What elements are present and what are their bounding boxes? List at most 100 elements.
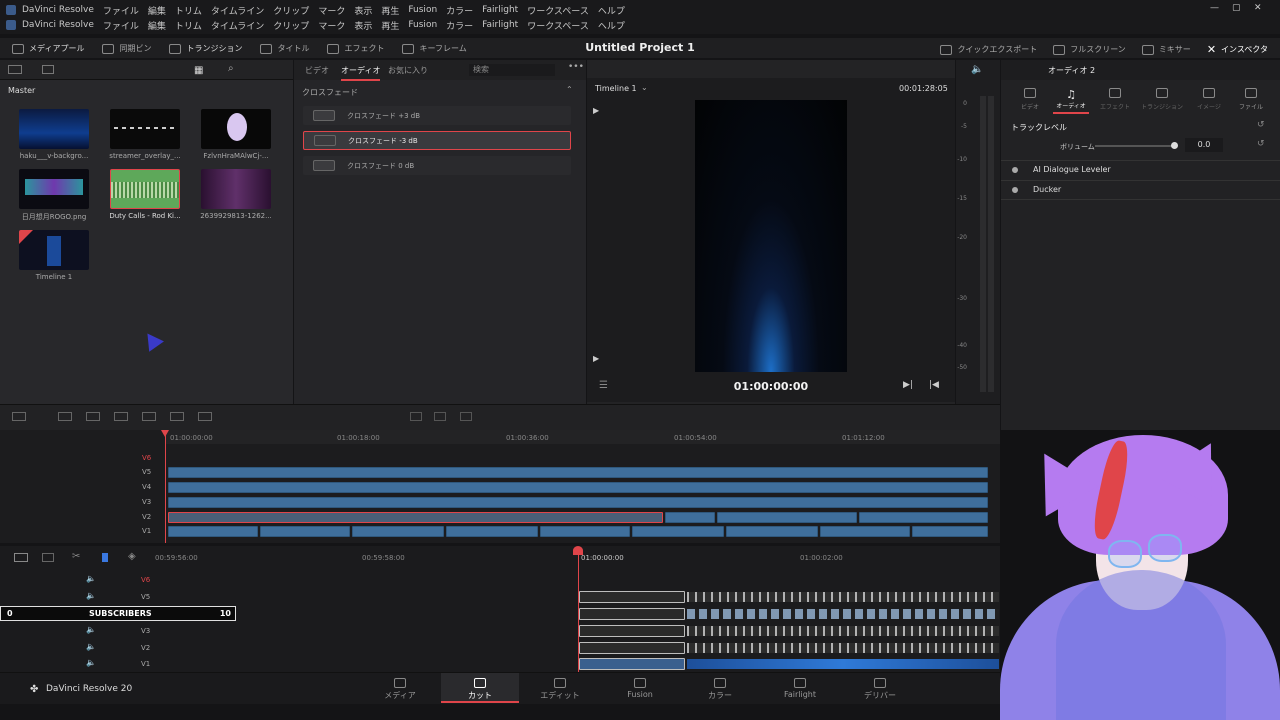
clip[interactable] (352, 526, 444, 537)
inspector-tab[interactable]: ファイル (1231, 88, 1271, 111)
chevron-down-icon[interactable]: ⌄ (641, 83, 648, 92)
tool-icon[interactable] (142, 412, 156, 421)
transitions-button[interactable]: トランジション (169, 43, 242, 54)
menu-item[interactable]: トリム (175, 4, 202, 17)
sync-bin-button[interactable]: 同期ビン (102, 43, 151, 54)
menu-item[interactable]: 再生 (381, 4, 399, 17)
volume-value[interactable]: 0.0 (1185, 138, 1223, 152)
mixer-button[interactable]: ミキサー (1141, 43, 1191, 56)
clip[interactable] (665, 512, 715, 523)
menu-item[interactable]: Fairlight (482, 5, 518, 15)
menu-item[interactable]: クリップ (273, 4, 309, 17)
menu-item[interactable]: カラー (446, 19, 473, 32)
media-thumb[interactable] (201, 109, 271, 149)
inspector-tab[interactable]: トランジション (1138, 88, 1186, 111)
reset-icon[interactable]: ↺ (1257, 139, 1265, 149)
media-thumb[interactable] (19, 109, 89, 149)
menu-item[interactable]: 再生 (381, 19, 399, 32)
tool-icon[interactable] (12, 412, 26, 421)
tool-icon[interactable] (86, 412, 100, 421)
speaker-icon[interactable]: 🔈 (86, 658, 96, 667)
clip[interactable] (726, 526, 818, 537)
inspector-tab-active[interactable]: ♫ オーディオ (1053, 88, 1089, 110)
menu-item[interactable]: マーク (318, 4, 345, 17)
menu-item[interactable]: 表示 (354, 19, 372, 32)
inspector-tab[interactable]: エフェクト (1094, 88, 1136, 111)
page-tab-deliver[interactable]: デリバー (841, 673, 919, 703)
menu-item[interactable]: ファイル (103, 4, 139, 17)
clip[interactable] (168, 482, 988, 493)
page-tab-cut[interactable]: カット (441, 673, 519, 703)
reset-icon[interactable]: ↺ (1257, 120, 1265, 130)
clip[interactable] (260, 526, 350, 537)
close-icon[interactable]: ✕ (1254, 3, 1262, 13)
search-icon[interactable]: ⌕ (228, 63, 234, 74)
tool-icon[interactable] (42, 553, 54, 562)
viewer-timeline-name[interactable]: Timeline 1 (595, 84, 637, 93)
clip[interactable] (168, 497, 988, 508)
collapse-icon[interactable]: ⌃ (566, 85, 573, 94)
playhead-handle[interactable] (161, 430, 169, 437)
tool-icon[interactable] (434, 412, 446, 421)
menu-item[interactable]: ヘルプ (598, 4, 625, 17)
clip[interactable] (168, 467, 988, 478)
clip-filmstrip[interactable] (687, 592, 999, 602)
clip[interactable] (540, 526, 630, 537)
toggle-dot-icon[interactable] (1012, 167, 1018, 173)
fullscreen-button[interactable]: フルスクリーン (1053, 43, 1126, 56)
clip[interactable] (579, 625, 685, 637)
settings-sliders-icon[interactable]: ☰ (599, 380, 608, 391)
playhead[interactable] (165, 430, 166, 543)
tool-icon[interactable] (460, 412, 472, 421)
speaker-icon[interactable]: 🔈 (86, 625, 96, 634)
titles-button[interactable]: タイトル (260, 43, 309, 54)
menu-item[interactable]: タイムライン (211, 4, 264, 17)
toggle-dot-icon[interactable] (1012, 187, 1018, 193)
dialogue-leveler-row[interactable]: AI Dialogue Leveler (1001, 160, 1280, 180)
effect-item[interactable]: クロスフェード 0 dB (303, 156, 571, 175)
menu-item[interactable]: 編集 (148, 4, 166, 17)
menu-item[interactable]: Fusion (408, 5, 437, 15)
page-tab-color[interactable]: カラー (681, 673, 759, 703)
list-view-icon[interactable] (8, 65, 22, 74)
menu-item[interactable]: ヘルプ (598, 19, 625, 32)
tool-icon[interactable] (198, 412, 212, 421)
effect-item-selected[interactable]: クロスフェード -3 dB (303, 131, 571, 150)
inspector-tab[interactable]: ビデオ (1013, 88, 1047, 111)
quick-export-button[interactable]: クイックエクスポート (940, 43, 1037, 56)
clip[interactable] (579, 591, 685, 603)
effects-search-input[interactable]: 検索 (469, 64, 555, 76)
tab-favorites[interactable]: お気に入り (388, 65, 428, 76)
clip[interactable] (820, 526, 910, 537)
menu-item[interactable]: タイムライン (211, 19, 264, 32)
speaker-icon[interactable]: 🔈 (86, 574, 96, 583)
menu-item[interactable]: Fusion (408, 20, 437, 30)
mark-in-icon[interactable]: ▶| (903, 380, 913, 390)
page-tab-edit[interactable]: エディット (521, 673, 599, 703)
snap-icon[interactable]: ◈ (128, 551, 136, 562)
sort-icon[interactable] (42, 65, 54, 74)
tool-icon[interactable] (410, 412, 422, 421)
clip[interactable] (579, 658, 685, 670)
tool-icon[interactable] (14, 553, 28, 562)
media-pool-button[interactable]: メディアプール (12, 43, 84, 54)
menu-item[interactable]: 表示 (354, 4, 372, 17)
media-thumb[interactable] (110, 109, 180, 149)
tool-icon[interactable] (114, 412, 128, 421)
tab-video[interactable]: ビデオ (305, 65, 329, 76)
clip-filmstrip[interactable] (687, 659, 999, 669)
menu-item[interactable]: 編集 (148, 19, 166, 32)
playhead-handle[interactable] (573, 546, 583, 555)
volume-slider[interactable] (1095, 145, 1173, 147)
media-thumb[interactable] (201, 169, 271, 209)
clip[interactable] (859, 512, 988, 523)
mark-out-icon[interactable]: |◀ (929, 380, 939, 390)
menu-item[interactable]: ファイル (103, 19, 139, 32)
menu-item[interactable]: ワークスペース (527, 4, 589, 17)
clip[interactable] (717, 512, 857, 523)
speaker-icon[interactable]: 🔈 (971, 64, 983, 75)
inspector-button[interactable]: ✕ インスペクタ (1207, 43, 1268, 56)
grid-view-icon[interactable]: ▦ (194, 65, 203, 76)
clip-filmstrip[interactable] (687, 626, 999, 636)
clip[interactable] (579, 608, 685, 620)
